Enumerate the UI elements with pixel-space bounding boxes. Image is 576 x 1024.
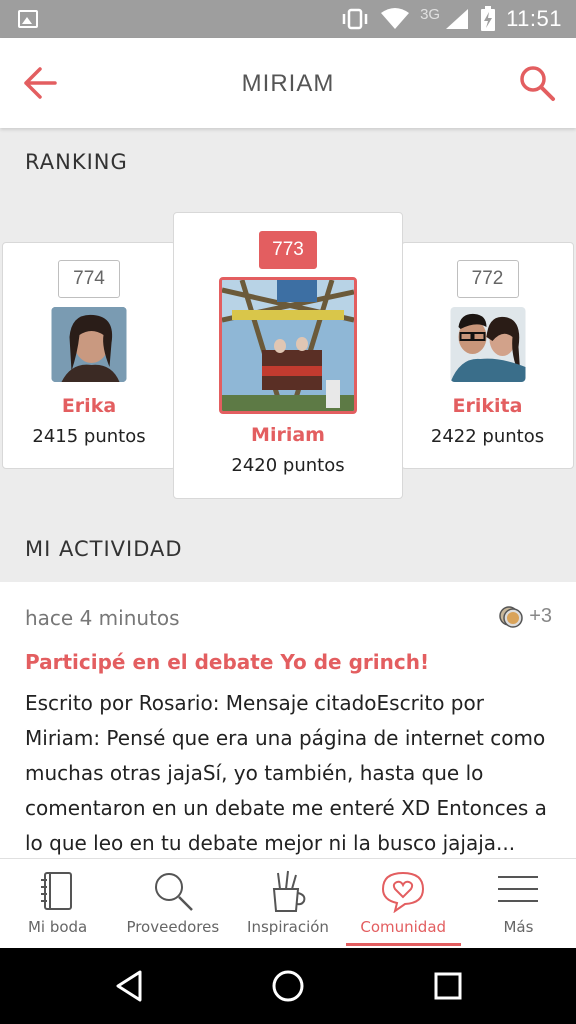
participants-count[interactable]: +3 <box>497 602 552 630</box>
nav-mas[interactable]: Más <box>461 859 576 948</box>
user-points: 2415 puntos <box>32 426 146 447</box>
activity-section-title: MI ACTIVIDAD <box>25 537 183 561</box>
nav-proveedores[interactable]: Proveedores <box>115 859 230 948</box>
nav-label: Mi boda <box>27 918 88 936</box>
status-time: 11:51 <box>506 6 562 31</box>
participants-count-label: +3 <box>529 604 552 627</box>
recents-square-icon[interactable] <box>430 968 466 1004</box>
avatar-photo <box>51 307 127 382</box>
nav-label: Inspiración <box>247 918 329 936</box>
user-name[interactable]: Erika <box>3 395 175 417</box>
activity-timestamp: hace 4 minutos <box>25 606 180 630</box>
image-notification-icon <box>18 10 38 28</box>
search-icon <box>154 873 193 911</box>
user-name[interactable]: Erikita <box>402 395 573 417</box>
activity-card[interactable]: hace 4 minutos +3 Participé en el debate… <box>0 582 576 862</box>
search-icon[interactable] <box>518 64 556 102</box>
ranking-card-center[interactable]: 773 Miriam 2420 puntos <box>173 212 403 499</box>
rank-badge: 774 <box>58 260 120 298</box>
avatar <box>219 277 357 414</box>
nav-label: Proveedores <box>126 918 220 936</box>
nav-comunidad[interactable]: Comunidad <box>345 859 462 948</box>
avatar-photo <box>222 280 354 411</box>
vibrate-icon <box>342 8 368 30</box>
nav-inspiracion[interactable]: Inspiración <box>230 859 345 948</box>
home-circle-icon[interactable] <box>270 968 306 1004</box>
battery-icon <box>481 6 496 31</box>
nav-mi-boda[interactable]: Mi boda <box>0 859 115 948</box>
chat-heart-icon <box>382 871 425 913</box>
page-title: MIRIAM <box>241 70 335 97</box>
network-type: 3G <box>420 5 441 23</box>
participants-avatars-icon <box>499 606 523 628</box>
ranking-section-title: RANKING <box>25 150 128 174</box>
system-navigation-bar <box>0 948 576 1024</box>
status-icons: 3G 11:51 <box>340 0 562 38</box>
user-name[interactable]: Miriam <box>174 424 402 446</box>
signal-icon <box>446 9 469 29</box>
activity-title[interactable]: Participé en el debate Yo de grinch! <box>25 650 429 674</box>
back-triangle-icon[interactable] <box>112 968 148 1004</box>
wifi-icon <box>381 8 410 29</box>
notebook-icon <box>40 872 72 910</box>
bottom-navigation: Mi boda Proveedores Inspiración Comunida… <box>0 858 576 948</box>
status-bar: 3G 11:51 <box>0 0 576 38</box>
rank-badge: 772 <box>456 260 519 298</box>
rank-badge-current: 773 <box>259 231 317 269</box>
user-points: 2420 puntos <box>231 455 345 476</box>
nav-label: Más <box>503 918 534 936</box>
app-bar: MIRIAM <box>0 38 576 128</box>
ranking-card-right[interactable]: 772 Erikita 2422 puntos <box>401 242 574 469</box>
ranking-card-left[interactable]: 774 Erika 2415 puntos <box>2 242 176 469</box>
avatar <box>51 307 127 382</box>
avatar <box>450 307 525 382</box>
avatar-photo <box>450 307 525 382</box>
activity-body: Escrito por Rosario: Mensaje citadoEscri… <box>25 691 547 855</box>
user-points: 2422 puntos <box>430 426 545 447</box>
menu-icon <box>498 876 539 902</box>
nav-label: Comunidad <box>360 918 447 936</box>
pencil-cup-icon <box>272 870 306 912</box>
